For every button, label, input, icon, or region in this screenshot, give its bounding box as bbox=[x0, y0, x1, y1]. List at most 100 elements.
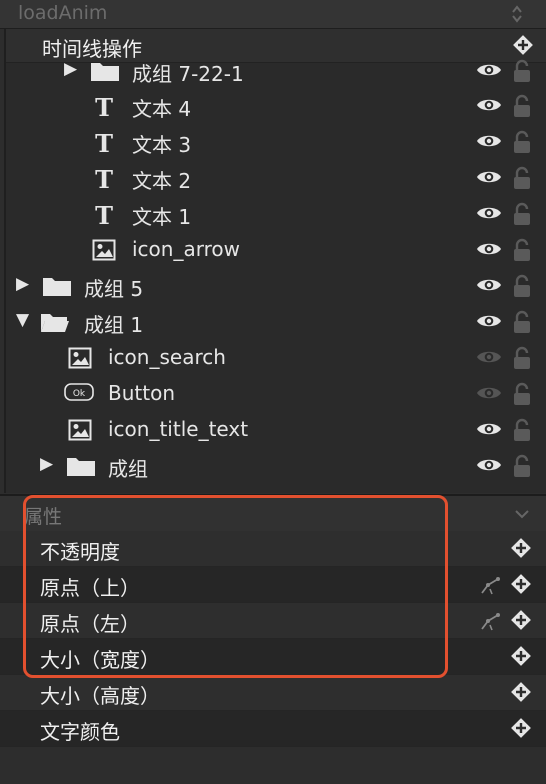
attribute-label: 大小（宽度） bbox=[40, 648, 160, 672]
visibility-eye-icon[interactable] bbox=[476, 312, 502, 330]
attribute-label: 原点（左） bbox=[40, 612, 140, 636]
add-keyframe-icon[interactable] bbox=[510, 717, 532, 739]
attribute-row[interactable]: 原点（上） bbox=[0, 567, 546, 603]
attribute-label: 大小（高度） bbox=[40, 684, 160, 708]
layer-row[interactable]: T 文本 3 bbox=[6, 124, 546, 160]
svg-text:Ok: Ok bbox=[73, 389, 86, 399]
layer-name: icon_search bbox=[108, 345, 226, 369]
ik-bone-icon[interactable] bbox=[478, 573, 502, 597]
lock-icon[interactable] bbox=[512, 274, 532, 298]
layer-row[interactable]: T 文本 2 bbox=[6, 160, 546, 196]
lock-icon[interactable] bbox=[512, 94, 532, 118]
add-keyframe-icon[interactable] bbox=[510, 681, 532, 703]
layer-type-icon: Ok bbox=[64, 383, 94, 405]
up-down-icon[interactable] bbox=[510, 4, 524, 24]
chevron-down-icon[interactable] bbox=[514, 508, 530, 520]
visibility-eye-icon[interactable] bbox=[476, 96, 502, 114]
composition-title: loadAnim bbox=[18, 2, 108, 24]
layer-type-icon bbox=[90, 60, 120, 86]
visibility-eye-icon[interactable] bbox=[476, 132, 502, 150]
layer-type-icon bbox=[68, 419, 92, 445]
expand-arrow-icon[interactable]: ▶ bbox=[40, 454, 53, 474]
attribute-row[interactable]: 大小（高度） bbox=[0, 675, 546, 711]
attribute-row[interactable]: 原点（左） bbox=[0, 603, 546, 639]
layer-row[interactable]: icon_title_text bbox=[6, 412, 546, 448]
layer-type-icon: T bbox=[92, 129, 116, 159]
layer-row[interactable]: ▶ 成组 7-22-1 bbox=[6, 53, 546, 89]
layer-name: 成组 bbox=[108, 457, 148, 481]
layer-type-icon bbox=[40, 311, 70, 337]
image-layer-icon bbox=[68, 419, 92, 441]
folder-open-icon bbox=[41, 314, 69, 332]
svg-text:T: T bbox=[95, 203, 113, 227]
visibility-eye-icon[interactable] bbox=[476, 456, 502, 474]
layer-name: icon_arrow bbox=[132, 237, 240, 261]
lock-icon[interactable] bbox=[512, 418, 532, 442]
layer-type-icon bbox=[68, 347, 92, 373]
svg-text:T: T bbox=[95, 95, 113, 119]
lock-icon[interactable] bbox=[512, 166, 532, 190]
layer-type-icon bbox=[92, 239, 116, 265]
attributes-title: 属性 bbox=[24, 506, 63, 528]
layer-name: 成组 1 bbox=[84, 313, 144, 337]
ik-bone-icon[interactable] bbox=[478, 609, 502, 633]
layer-type-icon: T bbox=[92, 165, 116, 195]
layer-row[interactable]: T 文本 1 bbox=[6, 196, 546, 232]
lock-icon[interactable] bbox=[512, 130, 532, 154]
attributes-header: 属性 bbox=[0, 494, 546, 533]
add-keyframe-icon[interactable] bbox=[510, 573, 532, 595]
window-header: loadAnim bbox=[0, 0, 546, 29]
layer-row[interactable]: icon_search bbox=[6, 340, 546, 376]
lock-icon[interactable] bbox=[512, 59, 532, 83]
layer-name: 文本 1 bbox=[132, 205, 192, 229]
lock-icon[interactable] bbox=[512, 346, 532, 370]
lock-icon[interactable] bbox=[512, 202, 532, 226]
layer-row[interactable]: ▼ 成组 1 bbox=[6, 304, 546, 340]
layers-panel: 时间线操作 ▶ 成组 7-22-1 T 文本 4 T 文本 3 T 文本 2 T 文本 1… bbox=[4, 29, 546, 493]
lock-icon[interactable] bbox=[512, 238, 532, 262]
visibility-eye-icon[interactable] bbox=[476, 420, 502, 438]
lock-icon[interactable] bbox=[512, 382, 532, 406]
attribute-row[interactable]: 大小（宽度） bbox=[0, 639, 546, 675]
layer-name: icon_title_text bbox=[108, 417, 249, 441]
text-layer-icon: T bbox=[95, 165, 113, 194]
collapse-arrow-icon[interactable]: ▼ bbox=[16, 310, 29, 330]
lock-icon[interactable] bbox=[512, 454, 532, 478]
svg-text:T: T bbox=[95, 167, 113, 191]
layer-type-icon: T bbox=[92, 93, 116, 123]
layer-row[interactable]: T 文本 4 bbox=[6, 88, 546, 124]
expand-arrow-icon[interactable]: ▶ bbox=[16, 274, 29, 294]
visibility-eye-icon[interactable] bbox=[476, 204, 502, 222]
add-keyframe-icon[interactable] bbox=[510, 645, 532, 667]
folder-icon bbox=[43, 278, 71, 296]
layer-name: 文本 4 bbox=[132, 97, 192, 121]
visibility-eye-icon[interactable] bbox=[476, 168, 502, 186]
visibility-eye-icon[interactable] bbox=[476, 276, 502, 294]
layer-row[interactable]: Ok Button bbox=[6, 376, 546, 412]
layer-name: 成组 7-22-1 bbox=[132, 62, 244, 86]
empty-area bbox=[0, 747, 546, 784]
attribute-row[interactable]: 文字颜色 bbox=[0, 711, 546, 747]
attribute-row[interactable]: 不透明度 bbox=[0, 531, 546, 567]
add-keyframe-icon[interactable] bbox=[510, 609, 532, 631]
visibility-eye-icon[interactable] bbox=[476, 384, 502, 402]
attribute-label: 不透明度 bbox=[40, 540, 120, 564]
text-layer-icon: T bbox=[95, 93, 113, 122]
image-layer-icon bbox=[68, 347, 92, 369]
add-keyframe-icon[interactable] bbox=[510, 537, 532, 559]
visibility-eye-icon[interactable] bbox=[476, 61, 502, 79]
visibility-eye-icon[interactable] bbox=[476, 240, 502, 258]
expand-arrow-icon[interactable]: ▶ bbox=[64, 59, 77, 79]
lock-icon[interactable] bbox=[512, 310, 532, 334]
layer-type-icon bbox=[66, 455, 96, 481]
text-layer-icon: T bbox=[95, 129, 113, 158]
layer-name: 成组 5 bbox=[84, 277, 144, 301]
layer-type-icon: T bbox=[92, 201, 116, 231]
visibility-eye-icon[interactable] bbox=[476, 348, 502, 366]
image-layer-icon bbox=[92, 239, 116, 261]
attribute-label: 文字颜色 bbox=[40, 720, 120, 744]
folder-icon bbox=[67, 458, 95, 476]
layer-row[interactable]: ▶ 成组 bbox=[6, 448, 546, 484]
layer-row[interactable]: ▶ 成组 5 bbox=[6, 268, 546, 304]
layer-row[interactable]: icon_arrow bbox=[6, 232, 546, 268]
